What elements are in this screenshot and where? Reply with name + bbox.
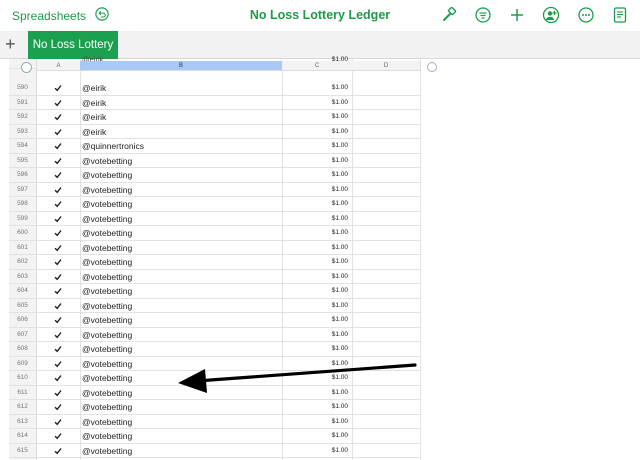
- annotation-arrow: [178, 363, 417, 393]
